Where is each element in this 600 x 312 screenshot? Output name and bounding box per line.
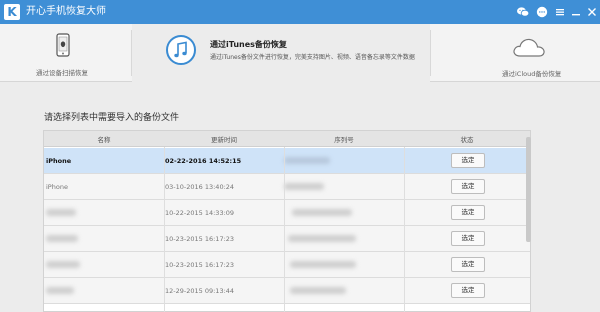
row-time: 10-23-2015 16:17:23 — [165, 261, 235, 269]
device-phone-icon — [56, 33, 70, 59]
app-logo: K — [4, 4, 20, 20]
table-row[interactable]: 10-23-2015 16:17:23 选定 — [44, 226, 530, 252]
column-header-status: 状态 — [460, 136, 474, 144]
app-title: 开心手机恢复大师 — [26, 6, 106, 17]
table-row[interactable]: 10-22-2015 14:33:09 选定 — [44, 200, 530, 226]
row-time: 03-10-2016 13:40:24 — [165, 183, 235, 191]
table-row[interactable]: 10-23-2015 16:17:23 选定 — [44, 252, 530, 278]
table-row[interactable]: iPhone 02-22-2016 14:52:15 选定 — [44, 148, 530, 174]
serial-redacted — [292, 209, 352, 216]
select-button[interactable]: 选定 — [451, 283, 485, 298]
page-title: 请选择列表中需要导入的备份文件 — [44, 113, 180, 123]
active-tab-pointer — [174, 75, 188, 82]
column-divider — [404, 147, 405, 312]
serial-redacted — [290, 261, 356, 268]
row-time: 10-23-2015 16:17:23 — [165, 235, 235, 243]
select-button[interactable]: 选定 — [451, 231, 485, 246]
name-redacted — [46, 209, 76, 216]
select-button[interactable]: 选定 — [451, 179, 485, 194]
itunes-tab-description: 通过iTunes备份文件进行恢复，完美支持图片、视频、语音备忘录等文件数据 — [210, 54, 415, 61]
serial-redacted — [284, 183, 324, 190]
name-redacted — [46, 261, 80, 268]
itunes-tab-title: 通过iTunes备份恢复 — [210, 40, 287, 49]
table-row[interactable]: 12-29-2015 09:13:44 选定 — [44, 278, 530, 304]
column-divider — [284, 147, 285, 312]
row-time: 02-22-2016 14:52:15 — [165, 157, 242, 165]
feedback-icon[interactable] — [535, 5, 549, 19]
itunes-music-icon — [166, 35, 196, 67]
column-header-serial: 序列号 — [334, 136, 354, 144]
icloud-tab-label: 通过iCloud备份恢复 — [502, 70, 562, 78]
nav-divider — [430, 30, 431, 76]
tab-device-scan[interactable]: 通过设备扫描恢复 — [0, 24, 130, 82]
title-bar: K 开心手机恢复大师 — [0, 0, 600, 24]
tab-icloud-backup[interactable]: 通过iCloud备份恢复 — [460, 24, 600, 82]
icloud-icon — [512, 36, 546, 60]
column-divider — [164, 147, 165, 312]
wechat-icon[interactable] — [516, 5, 530, 19]
name-redacted — [46, 287, 74, 294]
serial-redacted — [290, 287, 346, 294]
row-time: 10-22-2015 14:33:09 — [165, 209, 235, 217]
recovery-mode-nav: 通过设备扫描恢复 通过iTunes备份恢复 通过iTunes备份文件进行恢复，完… — [0, 24, 600, 82]
row-name: iPhone — [46, 157, 72, 165]
table-header: 名称 更新时间 序列号 状态 — [44, 131, 530, 147]
column-header-name: 名称 — [97, 136, 111, 144]
select-button[interactable]: 选定 — [451, 205, 485, 220]
serial-redacted — [288, 235, 356, 242]
name-redacted — [46, 235, 78, 242]
tab-itunes-backup[interactable]: 通过iTunes备份恢复 通过iTunes备份文件进行恢复，完美支持图片、视频、… — [132, 24, 430, 82]
serial-redacted — [284, 157, 330, 164]
menu-icon[interactable] — [553, 5, 567, 19]
close-icon[interactable] — [585, 5, 599, 19]
select-button[interactable]: 选定 — [451, 153, 485, 168]
minimize-icon[interactable] — [569, 5, 583, 19]
column-header-time: 更新时间 — [211, 136, 237, 144]
table-row[interactable]: iPhone 03-10-2016 13:40:24 选定 — [44, 174, 530, 200]
row-time: 12-29-2015 09:13:44 — [165, 287, 235, 295]
backup-table: 名称 更新时间 序列号 状态 iPhone 02-22-2016 14:52:1… — [43, 130, 531, 312]
device-tab-label: 通过设备扫描恢复 — [36, 69, 88, 77]
select-button[interactable]: 选定 — [451, 257, 485, 272]
row-name: iPhone — [46, 183, 68, 191]
table-scrollbar[interactable] — [526, 137, 531, 242]
